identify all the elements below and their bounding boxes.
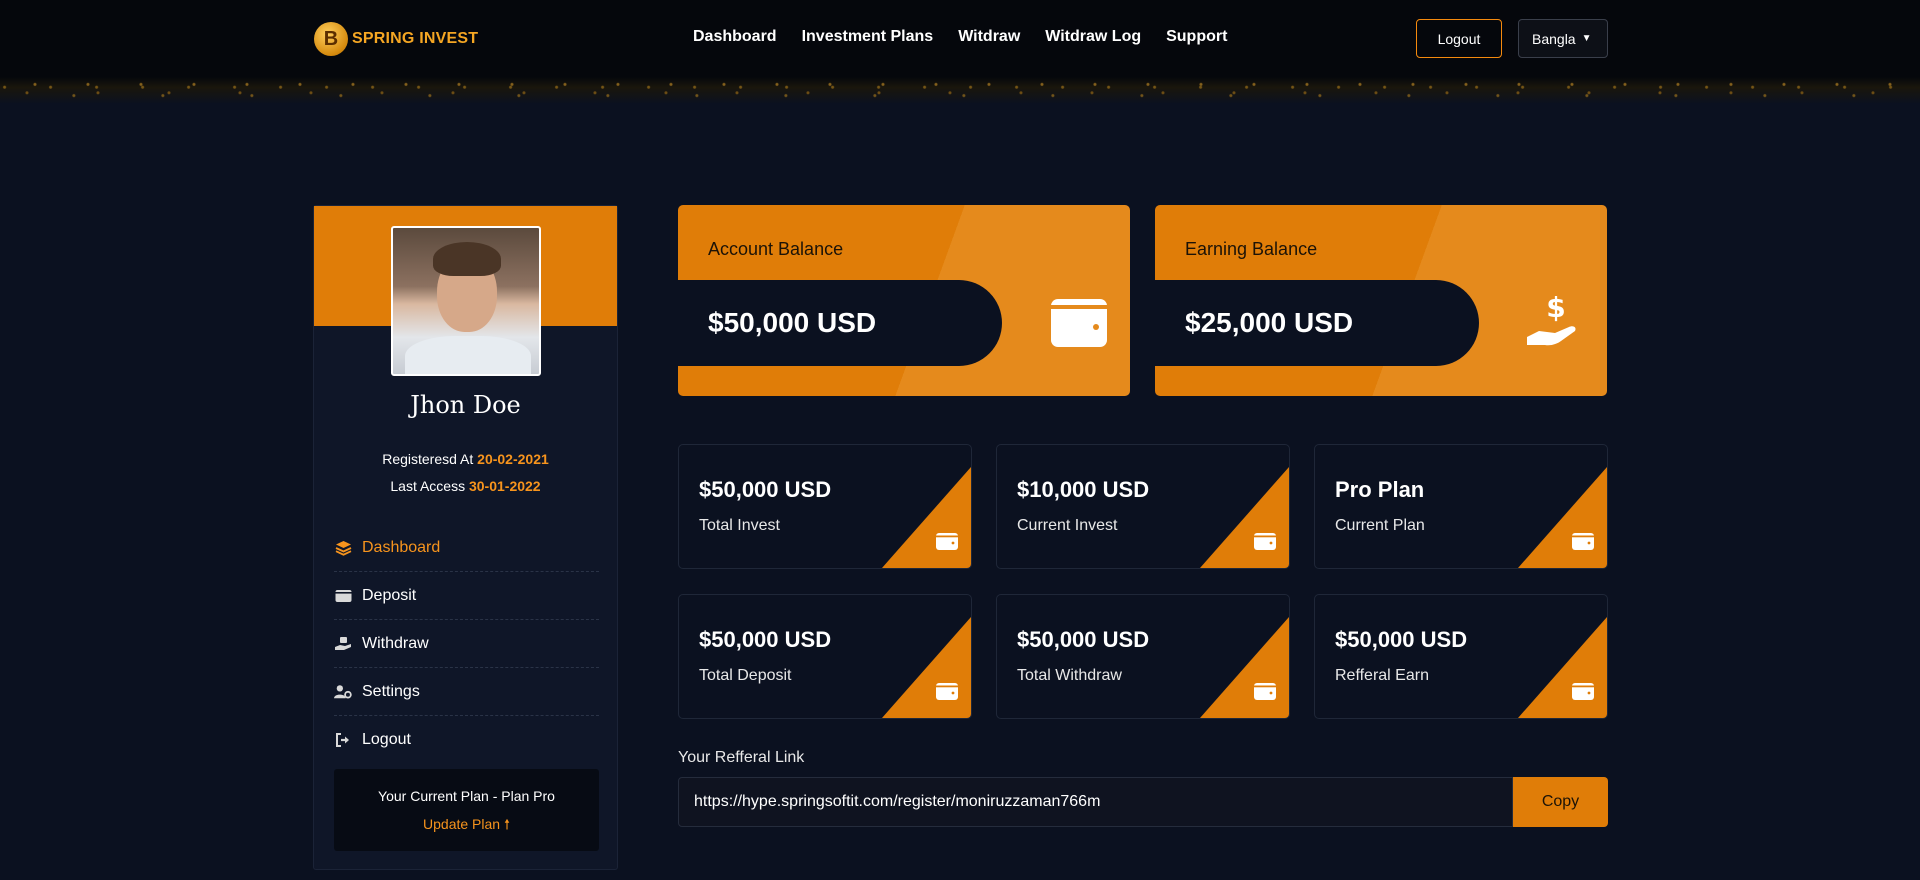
- referral-link-label: Your Refferal Link: [678, 749, 805, 766]
- sidebar-menu: Dashboard Deposit Withdraw Settings Logo…: [334, 524, 599, 764]
- stat-value: $10,000 USD: [1017, 477, 1150, 502]
- header-logout-button[interactable]: Logout: [1416, 19, 1502, 58]
- stat-card-total-withdraw: $50,000 USD Total Withdraw: [996, 594, 1290, 719]
- wallet-icon: [1051, 299, 1107, 347]
- registered-date: 20-02-2021: [477, 451, 549, 467]
- sidebar-item-label: Deposit: [362, 586, 417, 604]
- last-access-label: Last Access: [390, 478, 466, 494]
- stat-card-corner-decoration: [1200, 617, 1289, 718]
- stat-card-corner-decoration: [882, 617, 971, 718]
- stat-card-current-invest: $10,000 USD Current Invest: [996, 444, 1290, 569]
- nav-witdraw[interactable]: Witdraw: [958, 28, 1020, 46]
- nav-investment-plans[interactable]: Investment Plans: [802, 28, 934, 46]
- layers-icon: [334, 540, 352, 556]
- earning-balance-card: Earning Balance $25,000 USD $: [1155, 205, 1607, 396]
- svg-text:$: $: [1546, 291, 1565, 324]
- sign-out-icon: [334, 732, 352, 748]
- nav-support[interactable]: Support: [1166, 28, 1227, 46]
- profile-name: Jhon Doe: [410, 391, 521, 419]
- earning-balance-value: $25,000 USD: [1155, 280, 1479, 366]
- stat-value: $50,000 USD: [1335, 627, 1468, 652]
- stat-value: $50,000 USD: [699, 627, 832, 652]
- referral-link-input[interactable]: [678, 777, 1513, 827]
- sidebar-item-withdraw[interactable]: Withdraw: [334, 620, 599, 668]
- avatar-shirt: [405, 336, 531, 374]
- arrow-up-icon: 🠕: [503, 816, 510, 832]
- header-sparkle-decoration: [0, 76, 1920, 104]
- hand-dollar-icon: $: [1527, 291, 1576, 346]
- stat-card-corner-decoration: [1518, 617, 1607, 718]
- account-balance-value: $50,000 USD: [678, 280, 1002, 366]
- hand-money-icon: [334, 636, 352, 652]
- language-select-value: Bangla: [1532, 30, 1576, 47]
- sidebar-item-logout[interactable]: Logout: [334, 716, 599, 764]
- sidebar-item-label: Dashboard: [362, 538, 441, 556]
- nav-dashboard[interactable]: Dashboard: [693, 28, 777, 46]
- main-nav: Dashboard Investment Plans Witdraw Witdr…: [693, 28, 1227, 46]
- copy-button[interactable]: Copy: [1513, 777, 1608, 827]
- stat-card-total-deposit: $50,000 USD Total Deposit: [678, 594, 972, 719]
- stat-caption: Total Deposit: [699, 667, 792, 684]
- stat-card-refferal-earn: $50,000 USD Refferal Earn: [1314, 594, 1608, 719]
- stat-card-corner-decoration: [1518, 467, 1607, 568]
- bitcoin-coin-icon: B: [314, 22, 348, 56]
- account-balance-label: Account Balance: [708, 239, 844, 259]
- brand-name: SPRING INVEST: [352, 30, 479, 47]
- user-gear-icon: [334, 684, 352, 700]
- stat-value: Pro Plan: [1335, 477, 1425, 502]
- nav-witdraw-log[interactable]: Witdraw Log: [1045, 28, 1141, 46]
- profile-registered: Registeresd At 20-02-2021: [314, 451, 617, 467]
- stat-value: $50,000 USD: [699, 477, 832, 502]
- stat-caption: Refferal Earn: [1335, 667, 1429, 684]
- stat-card-total-invest: $50,000 USD Total Invest: [678, 444, 972, 569]
- update-plan-label: Update Plan: [423, 816, 501, 832]
- current-plan-box: Your Current Plan - Plan Pro Update Plan…: [334, 769, 599, 851]
- wallet-icon: [334, 588, 352, 604]
- stat-card-corner-decoration: [1200, 467, 1289, 568]
- earning-balance-label: Earning Balance: [1185, 239, 1318, 259]
- wallet-icon: [1254, 683, 1276, 700]
- stat-caption: Total Withdraw: [1017, 667, 1122, 684]
- wallet-icon: [1254, 533, 1276, 550]
- profile-last-access: Last Access 30-01-2022: [314, 478, 617, 494]
- stat-card-current-plan: Pro Plan Current Plan: [1314, 444, 1608, 569]
- profile-sidebar: Jhon Doe Registeresd At 20-02-2021 Last …: [313, 205, 618, 870]
- chevron-down-icon: ▼: [1581, 33, 1592, 44]
- sidebar-item-settings[interactable]: Settings: [334, 668, 599, 716]
- wallet-icon: [1572, 683, 1594, 700]
- current-plan-text: Your Current Plan - Plan Pro: [378, 788, 555, 804]
- last-access-date: 30-01-2022: [468, 478, 541, 494]
- avatar-hair: [433, 242, 501, 276]
- stat-caption: Current Invest: [1017, 517, 1118, 534]
- account-balance-card: Account Balance $50,000 USD: [678, 205, 1130, 396]
- brand-logo[interactable]: B SPRING INVEST: [314, 22, 478, 56]
- sidebar-item-dashboard[interactable]: Dashboard: [334, 524, 599, 572]
- wallet-icon: [936, 683, 958, 700]
- stat-caption: Current Plan: [1335, 517, 1425, 534]
- sidebar-item-deposit[interactable]: Deposit: [334, 572, 599, 620]
- sidebar-item-label: Withdraw: [362, 634, 429, 652]
- sidebar-item-label: Logout: [362, 731, 411, 748]
- stat-value: $50,000 USD: [1017, 627, 1150, 652]
- sidebar-item-label: Settings: [362, 682, 420, 700]
- wallet-icon: [1572, 533, 1594, 550]
- registered-label: Registeresd At: [382, 451, 474, 467]
- avatar: [391, 226, 541, 376]
- update-plan-link[interactable]: Update Plan 🠕: [334, 814, 599, 838]
- stat-caption: Total Invest: [699, 517, 780, 534]
- wallet-icon: [936, 533, 958, 550]
- language-select[interactable]: Bangla ▼: [1518, 19, 1608, 58]
- stat-card-corner-decoration: [882, 467, 971, 568]
